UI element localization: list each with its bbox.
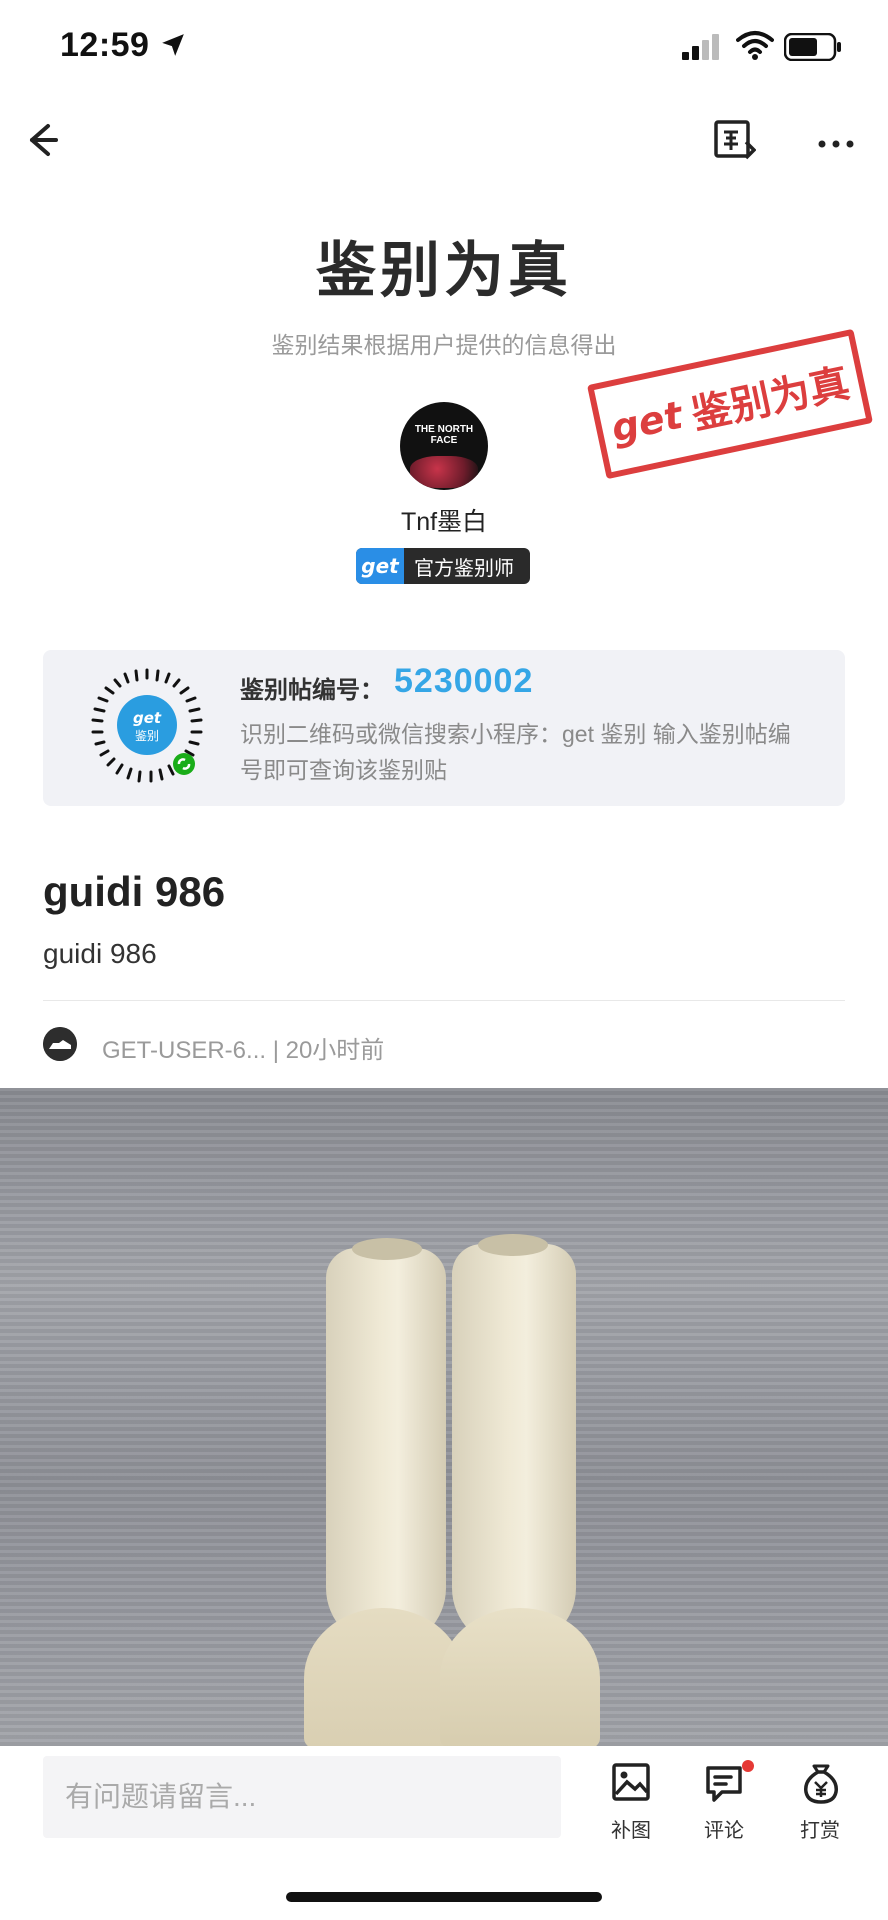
reward-button[interactable]: 打赏 xyxy=(780,1756,860,1852)
meta-separator: | xyxy=(272,1037,279,1064)
back-arrow-icon[interactable] xyxy=(18,118,62,162)
right-boot-opening xyxy=(478,1234,548,1256)
stamp-logo: get xyxy=(607,392,687,451)
post-body: guidi 986 xyxy=(43,938,157,969)
more-dots-icon[interactable] xyxy=(812,122,860,162)
svg-text:鉴别: 鉴别 xyxy=(135,729,159,743)
result-title: 鉴别为真 xyxy=(316,237,572,304)
post-number-value: 5230002 xyxy=(394,662,534,700)
post-number-description: 识别二维码或微信搜索小程序：get 鉴别 输入鉴别帖编号即可查询该鉴别贴 xyxy=(240,721,791,783)
comment-button[interactable]: 评论 xyxy=(684,1756,764,1852)
right-boot xyxy=(452,1244,576,1648)
svg-text:get: get xyxy=(133,709,162,727)
avatar-image xyxy=(410,456,478,488)
location-arrow-icon xyxy=(162,34,184,56)
badge-text: 官方鉴别师 xyxy=(414,557,514,580)
divider xyxy=(43,1000,845,1001)
author-meta: GET-USER-6... | 20小时前 xyxy=(102,1030,384,1065)
comment-icon xyxy=(706,1766,742,1802)
comment-notification-dot xyxy=(742,1760,754,1772)
reward-label: 打赏 xyxy=(800,1820,840,1842)
wifi-icon xyxy=(736,31,774,60)
author-name[interactable]: GET-USER-6... xyxy=(102,1037,266,1064)
post-title: guidi 986 xyxy=(43,868,226,915)
add-image-label: 补图 xyxy=(611,1820,651,1842)
right-boot-toe xyxy=(440,1608,600,1746)
official-appraiser-badge: get 官方鉴别师 xyxy=(356,548,530,584)
appraiser-name[interactable]: Tnf墨白 xyxy=(0,502,888,538)
authenticate-icon[interactable] xyxy=(712,118,756,162)
image-icon xyxy=(612,1763,650,1801)
avatar-logo-text: THE NORTH FACE xyxy=(414,424,474,446)
cellular-signal-icon xyxy=(682,34,719,60)
status-time: 12:59 xyxy=(60,26,150,64)
post-time: 20小时前 xyxy=(285,1037,385,1064)
left-boot-opening xyxy=(352,1238,422,1260)
author-avatar[interactable] xyxy=(43,1027,77,1061)
left-boot xyxy=(326,1248,446,1648)
comment-input[interactable] xyxy=(43,1756,561,1838)
comment-label: 评论 xyxy=(704,1820,744,1842)
stamp-text: 鉴别为真 xyxy=(687,361,854,438)
post-number-label: 鉴别帖编号： xyxy=(240,677,384,704)
battery-icon xyxy=(784,33,841,61)
mini-program-qr-code[interactable]: get 鉴别 xyxy=(88,668,206,786)
post-photo[interactable] xyxy=(0,1088,888,1746)
add-image-button[interactable]: 补图 xyxy=(591,1756,671,1852)
badge-logo: get xyxy=(356,548,404,584)
home-indicator xyxy=(286,1892,602,1902)
money-bag-icon xyxy=(804,1764,838,1804)
appraiser-avatar[interactable]: THE NORTH FACE xyxy=(400,402,488,490)
